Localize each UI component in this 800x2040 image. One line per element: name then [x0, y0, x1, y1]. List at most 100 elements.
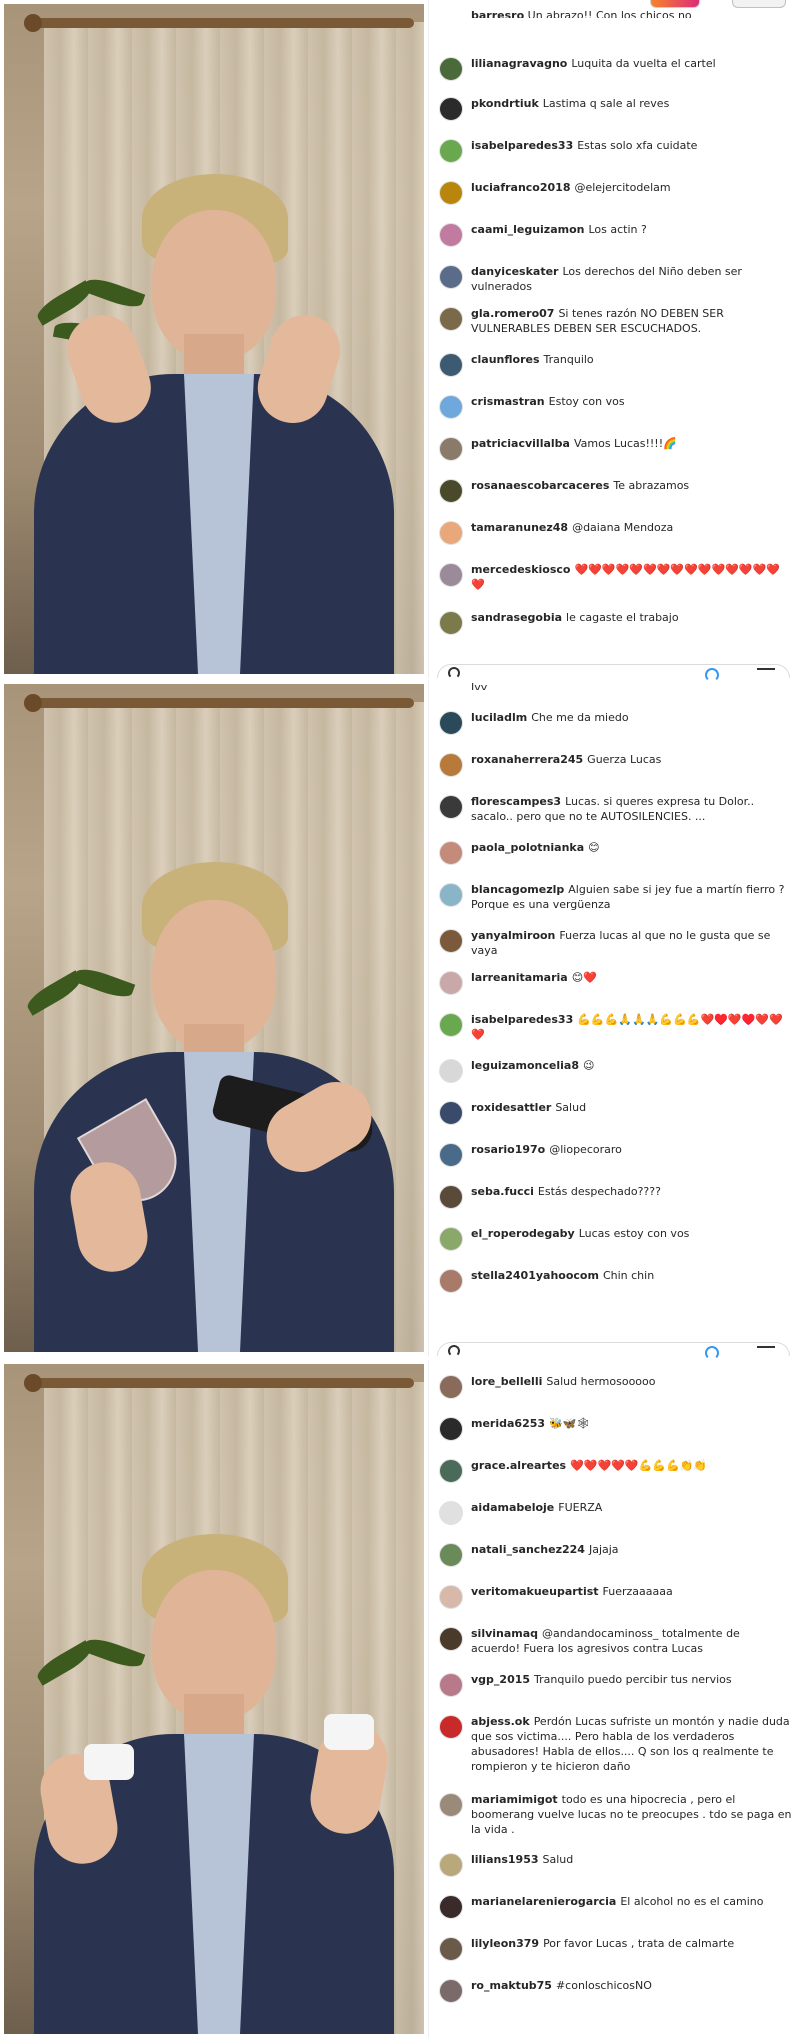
avatar[interactable] — [439, 1417, 463, 1441]
avatar[interactable] — [439, 1459, 463, 1483]
comment-username[interactable]: pkondrtiuk — [471, 97, 539, 110]
live-video[interactable] — [4, 684, 424, 1352]
avatar[interactable] — [439, 479, 463, 503]
avatar[interactable] — [439, 1853, 463, 1877]
comment-text: Jajaja — [588, 1543, 619, 1556]
comment-username[interactable]: gla.romero07 — [471, 307, 554, 320]
live-video[interactable] — [4, 4, 424, 674]
avatar[interactable] — [439, 1979, 463, 2003]
comment-username[interactable]: seba.fucci — [471, 1185, 534, 1198]
comment-list: lilianagravagno Luquita da vuelta el cart… — [429, 0, 800, 678]
comment-username[interactable]: patriciacvillalba — [471, 437, 570, 450]
comment-username[interactable]: vgp_2015 — [471, 1673, 530, 1686]
comment-username[interactable]: merida6253 — [471, 1417, 545, 1430]
comment-username[interactable]: paola_polotnianka — [471, 841, 584, 854]
avatar[interactable] — [439, 1185, 463, 1209]
comment-composer[interactable] — [437, 1342, 790, 1360]
comment-username[interactable]: luciladlm — [471, 711, 527, 724]
comment-username[interactable]: luciafranco2018 — [471, 181, 570, 194]
avatar[interactable] — [439, 139, 463, 163]
avatar[interactable] — [439, 711, 463, 735]
comment-username[interactable]: isabelparedes33 — [471, 1013, 573, 1026]
avatar[interactable] — [439, 1543, 463, 1567]
comment-username[interactable]: yanyalmiroon — [471, 929, 555, 942]
comment-username[interactable]: abjess.ok — [471, 1715, 530, 1728]
comment-username[interactable]: mercedeskiosco — [471, 563, 570, 576]
avatar[interactable] — [439, 1227, 463, 1251]
avatar[interactable] — [439, 97, 463, 121]
comment-username[interactable]: lilianagravagno — [471, 57, 567, 70]
live-video[interactable] — [4, 1364, 424, 2034]
avatar[interactable] — [439, 1101, 463, 1125]
avatar[interactable] — [439, 1059, 463, 1083]
comment-username[interactable]: stella2401yahoocom — [471, 1269, 599, 1282]
avatar[interactable] — [439, 1501, 463, 1525]
avatar[interactable] — [439, 1895, 463, 1919]
comment-username[interactable]: veritomakueupartist — [471, 1585, 599, 1598]
avatar[interactable] — [439, 1673, 463, 1697]
comment-username[interactable]: caami_leguizamon — [471, 223, 584, 236]
comment-username[interactable]: claunflores — [471, 353, 540, 366]
comment-username[interactable]: grace.alreartes — [471, 1459, 566, 1472]
avatar[interactable] — [439, 611, 463, 635]
avatar[interactable] — [439, 1013, 463, 1037]
camera-icon[interactable] — [448, 1345, 460, 1357]
comment-username[interactable]: aidamabeloje — [471, 1501, 554, 1514]
avatar[interactable] — [439, 57, 463, 81]
avatar[interactable] — [439, 1937, 463, 1961]
comment-username[interactable]: marianelarenierogarcia — [471, 1895, 616, 1908]
avatar[interactable] — [439, 1375, 463, 1399]
avatar[interactable] — [439, 1715, 463, 1739]
avatar[interactable] — [439, 883, 463, 907]
comment-username[interactable]: lore_bellelli — [471, 1375, 542, 1388]
comment-username[interactable]: isabelparedes33 — [471, 139, 573, 152]
avatar[interactable] — [439, 971, 463, 995]
comment-username[interactable]: natali_sanchez224 — [471, 1543, 585, 1556]
heart-icon[interactable] — [705, 1346, 719, 1360]
comment-username[interactable]: silvinamaq — [471, 1627, 538, 1640]
comment-username[interactable]: blancagomezlp — [471, 883, 564, 896]
avatar[interactable] — [439, 307, 463, 331]
avatar[interactable] — [439, 1585, 463, 1609]
comment-username[interactable]: crismastran — [471, 395, 545, 408]
comment-item: florescampes3 Lucas. si queres expresa tu… — [439, 794, 792, 824]
comment-username[interactable]: mariamimigot — [471, 1793, 558, 1806]
comment-username[interactable]: rosanaescobarcaceres — [471, 479, 609, 492]
comment-text: Estás despechado???? — [537, 1185, 661, 1198]
comment-username[interactable]: leguizamoncelia8 — [471, 1059, 579, 1072]
comment-username[interactable]: roxanaherrera245 — [471, 753, 583, 766]
comment-username[interactable]: roxidesattler — [471, 1101, 551, 1114]
comment-username[interactable]: lilians1953 — [471, 1853, 539, 1866]
comment-username[interactable]: tamaranunez48 — [471, 521, 568, 534]
avatar[interactable] — [439, 353, 463, 377]
comment-username[interactable]: ro_maktub75 — [471, 1979, 552, 1992]
streamer-figure — [34, 114, 394, 674]
avatar[interactable] — [439, 521, 463, 545]
avatar[interactable] — [439, 795, 463, 819]
comment-username[interactable]: el_roperodegaby — [471, 1227, 575, 1240]
avatar[interactable] — [439, 929, 463, 953]
avatar[interactable] — [439, 841, 463, 865]
avatar[interactable] — [439, 181, 463, 205]
avatar[interactable] — [439, 753, 463, 777]
avatar[interactable] — [439, 1793, 463, 1817]
avatar[interactable] — [439, 223, 463, 247]
camera-icon[interactable] — [448, 667, 460, 679]
comment-item: ro_maktub75 #conloschicosNO — [439, 1978, 792, 2003]
comment-composer[interactable] — [437, 664, 790, 682]
comment-username[interactable]: florescampes3 — [471, 795, 561, 808]
send-icon[interactable] — [757, 668, 775, 670]
comment-username[interactable]: larreanitamaria — [471, 971, 568, 984]
comment-username[interactable]: rosario197o — [471, 1143, 545, 1156]
avatar[interactable] — [439, 563, 463, 587]
send-icon[interactable] — [757, 1346, 775, 1348]
comment-username[interactable]: danyiceskater — [471, 265, 558, 278]
avatar[interactable] — [439, 395, 463, 419]
avatar[interactable] — [439, 1269, 463, 1293]
comment-username[interactable]: lilyleon379 — [471, 1937, 539, 1950]
avatar[interactable] — [439, 265, 463, 289]
comment-username[interactable]: sandrasegobia — [471, 611, 562, 624]
avatar[interactable] — [439, 1627, 463, 1651]
avatar[interactable] — [439, 1143, 463, 1167]
avatar[interactable] — [439, 437, 463, 461]
